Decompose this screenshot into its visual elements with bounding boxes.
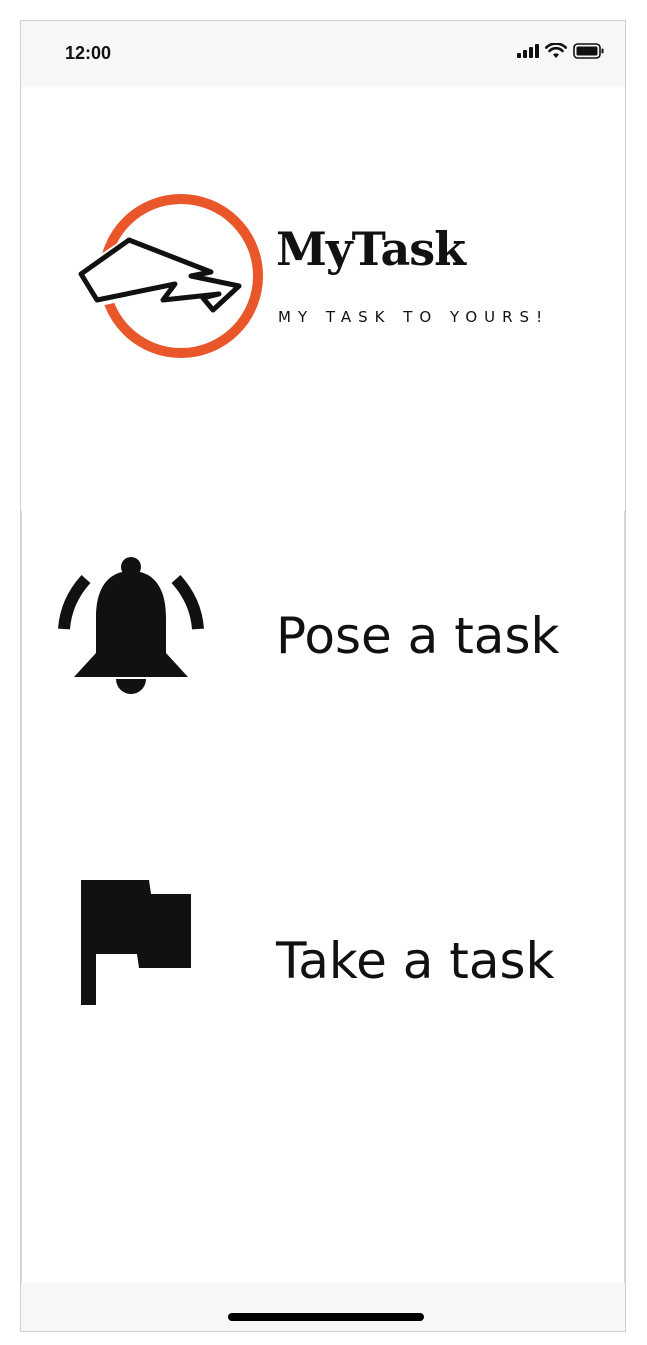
home-indicator[interactable] — [228, 1313, 424, 1321]
take-task-label: Take a task — [276, 932, 555, 990]
cellular-signal-icon — [517, 43, 539, 63]
status-icons — [517, 41, 605, 64]
menu-list: Pose a task Take a task — [21, 511, 625, 1285]
status-time: 12:00 — [65, 43, 112, 63]
pose-task-label: Pose a task — [276, 607, 560, 665]
bell-icon — [56, 545, 206, 715]
flag-icon — [81, 880, 193, 1010]
brand-logo: MyTask MY TASK TO YOURS! — [71, 186, 611, 366]
take-task-button[interactable]: Take a task — [22, 856, 624, 1056]
status-bar: 12:00 — [21, 21, 625, 87]
bottom-bar — [21, 1283, 625, 1331]
brand-tagline: MY TASK TO YOURS! — [278, 308, 550, 326]
battery-icon — [573, 42, 605, 64]
wifi-icon — [544, 41, 568, 64]
phone-screen: 12:00 MyTask MY TASK TO YOURS! Pose a ta… — [20, 20, 626, 1332]
lightning-logo-icon — [77, 194, 263, 358]
pose-task-button[interactable]: Pose a task — [22, 531, 624, 731]
brand-name: MyTask — [276, 222, 466, 276]
